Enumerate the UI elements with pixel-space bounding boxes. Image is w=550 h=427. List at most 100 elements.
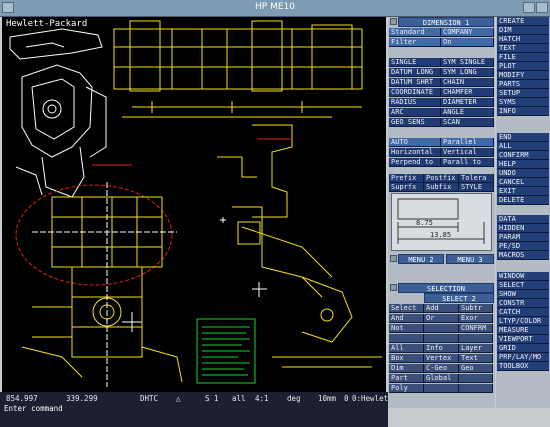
menu-item-ltyp-color[interactable]: LTYP/COLOR <box>497 317 549 326</box>
dimension-option[interactable]: Horizontal <box>389 148 441 157</box>
menu-item-exit[interactable]: EXIT <box>497 187 549 196</box>
selection-option[interactable]: CONFRM <box>459 324 493 333</box>
selection-option[interactable]: Info <box>424 344 459 353</box>
menu-item-grid[interactable]: GRID <box>497 344 549 353</box>
selection-option[interactable] <box>424 384 459 393</box>
selection-option[interactable]: Part <box>389 374 424 383</box>
dimension-option[interactable]: DATUM SHRT <box>389 78 441 87</box>
selection-option[interactable]: Text <box>459 354 493 363</box>
dimension-option[interactable]: AUTO <box>389 138 441 147</box>
dimension-option[interactable]: ARC <box>389 108 441 117</box>
style-button[interactable]: STYLE <box>459 183 494 192</box>
menu-item-all[interactable]: ALL <box>497 142 549 151</box>
menu-item-param[interactable]: PARAM <box>497 233 549 242</box>
command-prompt[interactable]: Enter command <box>4 404 63 413</box>
selection-option[interactable]: Poly <box>389 384 424 393</box>
prefix-button[interactable]: Prefix <box>389 174 424 183</box>
selection-option[interactable]: Global <box>424 374 459 383</box>
selection-header[interactable]: SELECTION <box>398 283 494 293</box>
menu-item-show[interactable]: SHOW <box>497 290 549 299</box>
selection-option[interactable] <box>424 324 459 333</box>
menu-left-arrow-icon[interactable] <box>390 255 397 262</box>
selection-option[interactable]: Add <box>424 304 459 313</box>
menu-item-prp-lay-mo[interactable]: PRP/LAY/MO <box>497 353 549 362</box>
selection-option[interactable]: Not <box>389 324 424 333</box>
selection-option[interactable]: Layer <box>459 344 493 353</box>
drawing-canvas[interactable]: Hewlett-Packard <box>2 17 386 392</box>
menu-item-parts[interactable]: PARTS <box>497 80 549 89</box>
dimension-option[interactable]: RADIUS <box>389 98 441 107</box>
superfix-button[interactable]: Suprfx <box>389 183 424 192</box>
menu-item-create[interactable]: CREATE <box>497 17 549 26</box>
dimension-option[interactable]: Vertical <box>441 148 494 157</box>
menu-item-catch[interactable]: CATCH <box>497 308 549 317</box>
selection-option[interactable] <box>424 334 459 343</box>
menu3-button[interactable]: MENU 3 <box>446 254 494 264</box>
dimension-option[interactable]: DIAMETER <box>441 98 494 107</box>
dimension-option[interactable]: CHAIN <box>441 78 494 87</box>
menu-item-viewport[interactable]: VIEWPORT <box>497 335 549 344</box>
menu-item-undo[interactable]: UNDO <box>497 169 549 178</box>
selection-option[interactable] <box>459 374 493 383</box>
dimension-option[interactable]: SYM LONG <box>441 68 494 77</box>
selection-option[interactable]: Dim <box>389 364 424 373</box>
menu-item-confirm[interactable]: CONFIRM <box>497 151 549 160</box>
selection-option[interactable]: Box <box>389 354 424 363</box>
subfix-button[interactable]: Subfix <box>424 183 459 192</box>
dimension-option[interactable]: On <box>441 38 494 47</box>
dimension-option[interactable]: Perpend to <box>389 158 441 167</box>
selection-option[interactable] <box>459 334 493 343</box>
dimension-option[interactable]: Standard <box>389 28 441 37</box>
dimension-header[interactable]: DIMENSION 1 <box>398 17 494 27</box>
dimension-option[interactable]: COMPANY <box>441 28 494 37</box>
menu-item-info[interactable]: INFO <box>497 107 549 116</box>
minimize-icon[interactable] <box>523 2 535 13</box>
dimension-option[interactable]: CHAMFER <box>441 88 494 97</box>
selection-option[interactable]: Select <box>389 304 424 313</box>
menu-item-plot[interactable]: PLOT <box>497 62 549 71</box>
menu-item-data[interactable]: DATA <box>497 215 549 224</box>
dimension-option[interactable]: SINGLE <box>389 58 441 67</box>
selection-option[interactable]: C-Geo <box>424 364 459 373</box>
select2-label[interactable]: SELECT 2 <box>424 293 494 303</box>
menu-item-end[interactable]: END <box>497 133 549 142</box>
title-bar[interactable]: HP ME10 <box>0 0 550 17</box>
dimension-option[interactable]: COORDINATE <box>389 88 441 97</box>
menu-item-measure[interactable]: MEASURE <box>497 326 549 335</box>
menu-item-select[interactable]: SELECT <box>497 281 549 290</box>
dimension-option[interactable]: Parall to <box>441 158 494 167</box>
menu-item-file[interactable]: FILE <box>497 53 549 62</box>
menu-item-help[interactable]: HELP <box>497 160 549 169</box>
menu-item-constr[interactable]: CONSTR <box>497 299 549 308</box>
menu-item-modify[interactable]: MODIFY <box>497 71 549 80</box>
menu-item-hidden[interactable]: HIDDEN <box>497 224 549 233</box>
menu-item-pe-sd[interactable]: PE/SD <box>497 242 549 251</box>
dimension-option[interactable]: SYM SINGLE <box>441 58 494 67</box>
selection-option[interactable]: Or <box>424 314 459 323</box>
selection-option[interactable] <box>389 334 424 343</box>
selection-option[interactable] <box>459 384 493 393</box>
dimension-option[interactable]: SCAN <box>441 118 494 127</box>
dimension-option[interactable]: GEO SENS <box>389 118 441 127</box>
selection-option[interactable]: All <box>389 344 424 353</box>
dimension-option[interactable]: ANGLE <box>441 108 494 117</box>
tolerance-button[interactable]: Tolera <box>459 174 494 183</box>
selection-option[interactable]: Subtr <box>459 304 493 313</box>
menu-item-cancel[interactable]: CANCEL <box>497 178 549 187</box>
menu-item-macros[interactable]: MACROS <box>497 251 549 260</box>
menu-item-delete[interactable]: DELETE <box>497 196 549 205</box>
selection-option[interactable]: Geo <box>459 364 493 373</box>
menu-item-syms[interactable]: SYMS <box>497 98 549 107</box>
selection-option[interactable]: Vertex <box>424 354 459 363</box>
menu2-button[interactable]: MENU 2 <box>398 254 444 264</box>
dimension-option[interactable]: Filter <box>389 38 441 47</box>
dimension-option[interactable]: Parallel <box>441 138 494 147</box>
menu-item-window[interactable]: WINDOW <box>497 272 549 281</box>
selection-option[interactable]: Exor <box>459 314 493 323</box>
selection-option[interactable]: And <box>389 314 424 323</box>
maximize-icon[interactable] <box>536 2 548 13</box>
panel-arrow-icon[interactable] <box>390 18 397 25</box>
menu-item-toolbox[interactable]: TOOLBOX <box>497 362 549 371</box>
dimension-option[interactable]: DATUM LONG <box>389 68 441 77</box>
postfix-button[interactable]: Postfix <box>424 174 459 183</box>
